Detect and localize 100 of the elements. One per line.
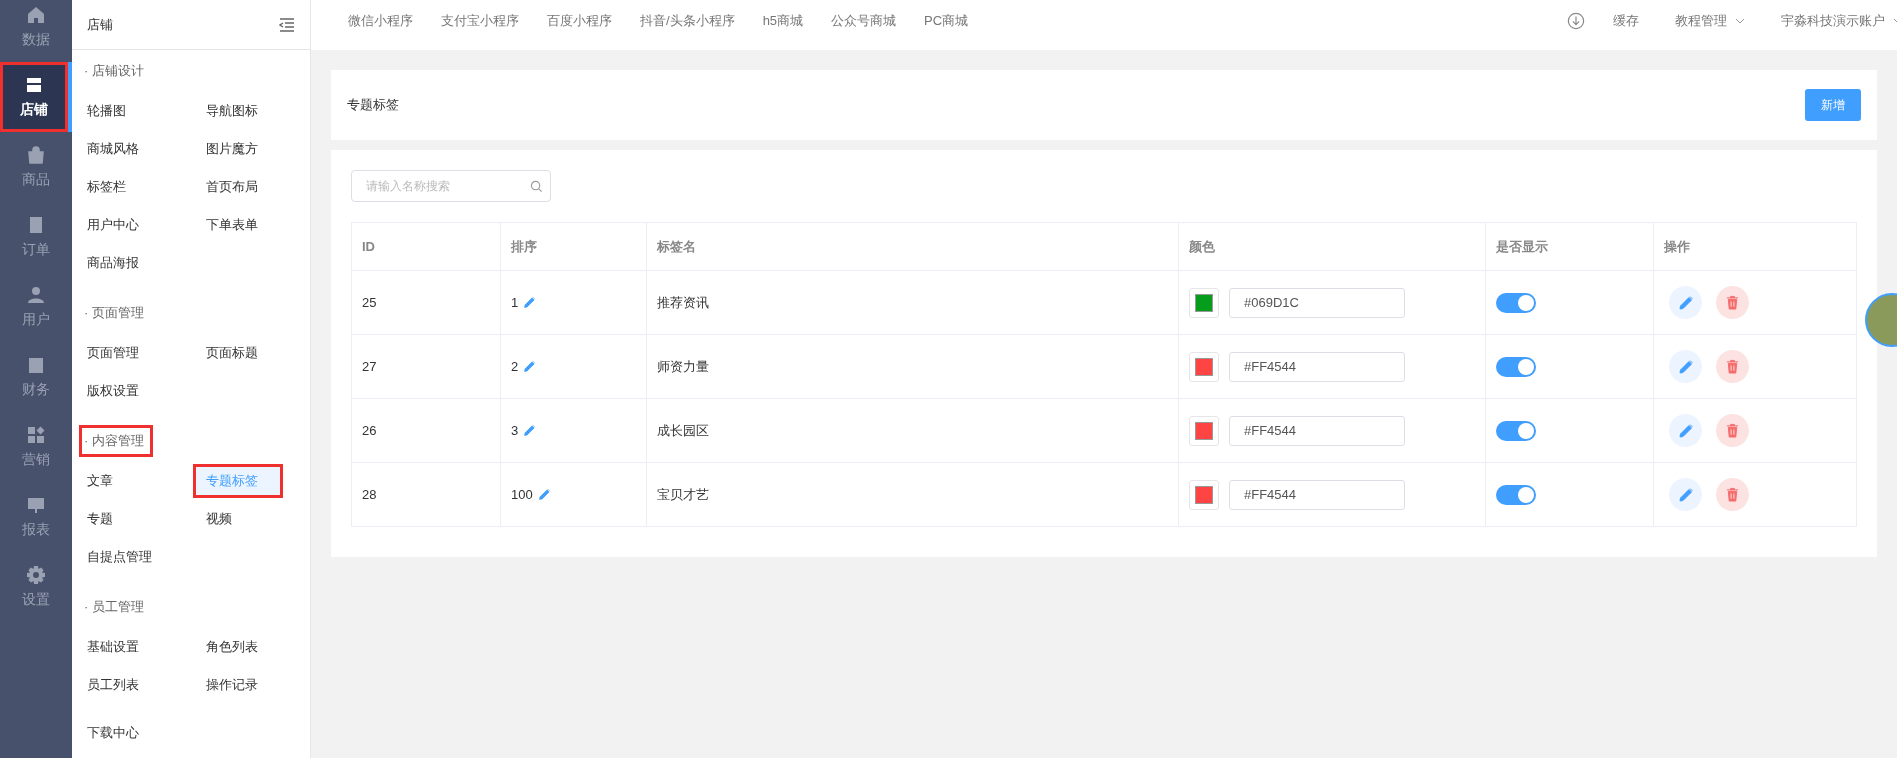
platform-tab[interactable]: 抖音/头条小程序 <box>640 12 735 30</box>
submenu-title: 店铺 <box>87 15 113 34</box>
table-cell: 师资力量 <box>657 357 709 376</box>
grid-icon <box>26 425 46 445</box>
store-icon <box>24 75 44 95</box>
edit-icon[interactable] <box>523 424 537 437</box>
platform-tab[interactable]: PC商城 <box>924 12 969 30</box>
submenu-item[interactable]: 轮播图 <box>84 94 139 128</box>
table-cell: 推荐资讯 <box>657 293 709 312</box>
table-cell: 3 <box>511 423 519 438</box>
submenu-item[interactable]: 专题 <box>84 502 126 536</box>
column-header: 标签名 <box>657 237 696 256</box>
color-picker[interactable] <box>1189 415 1219 446</box>
column-header: 是否显示 <box>1496 237 1548 256</box>
page-title: 专题标签 <box>347 96 399 114</box>
delete-button[interactable] <box>1716 414 1749 447</box>
download-icon[interactable] <box>1567 12 1585 30</box>
edit-button[interactable] <box>1669 350 1702 383</box>
delete-button[interactable] <box>1716 350 1749 383</box>
table-cell: 26 <box>362 423 377 438</box>
group-title: · 店铺设计 <box>83 62 145 80</box>
wallet-icon <box>26 355 46 375</box>
submenu-item[interactable]: 导航图标 <box>203 94 271 128</box>
platform-tab[interactable]: 微信小程序 <box>348 12 413 30</box>
submenu-item[interactable]: 商城风格 <box>84 132 152 166</box>
platform-tab[interactable]: h5商城 <box>762 12 804 30</box>
search-icon <box>530 180 543 193</box>
submenu-item[interactable]: 页面标题 <box>203 336 271 370</box>
pencil-icon <box>1677 358 1694 375</box>
trash-icon <box>1725 295 1740 310</box>
submenu-item[interactable]: 用户中心 <box>84 208 152 242</box>
column-header: ID <box>362 239 375 254</box>
settings-icon <box>26 565 46 585</box>
submenu-item[interactable]: 版权设置 <box>84 374 152 408</box>
table-cell: 25 <box>362 295 377 310</box>
dropdown-menu[interactable]: 宇淼科技演示账户 <box>1781 12 1897 30</box>
color-picker[interactable] <box>1189 351 1219 382</box>
column-header: 操作 <box>1664 237 1690 256</box>
submenu-item[interactable]: 标签栏 <box>84 170 139 204</box>
table-cell: 100 <box>511 487 533 502</box>
cache-link[interactable]: 缓存 <box>1613 12 1639 30</box>
edit-icon[interactable] <box>523 296 537 309</box>
color-input[interactable]: #FF4544 <box>1229 415 1405 446</box>
delete-button[interactable] <box>1716 478 1749 511</box>
color-picker[interactable] <box>1189 479 1219 510</box>
trash-icon <box>1725 487 1740 502</box>
toggle-switch[interactable] <box>1496 292 1536 313</box>
delete-button[interactable] <box>1716 286 1749 319</box>
submenu-item[interactable]: 下单表单 <box>203 208 271 242</box>
group-title: · 员工管理 <box>83 598 145 616</box>
edit-button[interactable] <box>1669 414 1702 447</box>
toggle-switch[interactable] <box>1496 484 1536 505</box>
submenu-item[interactable]: 角色列表 <box>203 630 271 664</box>
shopping-bag-icon <box>26 145 46 165</box>
edit-icon[interactable] <box>537 488 551 501</box>
column-header: 排序 <box>511 237 537 256</box>
pencil-icon <box>1677 422 1694 439</box>
user-icon <box>26 285 46 305</box>
submenu-item[interactable]: 首页布局 <box>203 170 271 204</box>
chart-board-icon <box>26 495 46 515</box>
pencil-icon <box>1677 294 1694 311</box>
table-cell: 27 <box>362 359 377 374</box>
submenu-item[interactable]: 视频 <box>203 502 245 536</box>
submenu-item[interactable]: 商品海报 <box>84 246 152 280</box>
group-title: · 页面管理 <box>83 304 145 322</box>
rail-item[interactable]: 店铺 <box>0 62 72 132</box>
color-picker[interactable] <box>1189 287 1219 318</box>
dropdown-menu[interactable]: 教程管理 <box>1675 12 1745 30</box>
trash-icon <box>1725 423 1740 438</box>
edit-icon[interactable] <box>523 360 537 373</box>
toggle-switch[interactable] <box>1496 420 1536 441</box>
submenu-item[interactable]: 自提点管理 <box>84 540 165 574</box>
menu-fold-icon[interactable] <box>279 17 295 32</box>
toggle-switch[interactable] <box>1496 356 1536 377</box>
submenu-item[interactable]: 页面管理 <box>84 336 152 370</box>
table-cell: 1 <box>511 295 519 310</box>
table-cell: 2 <box>511 359 519 374</box>
submenu-item[interactable]: 图片魔方 <box>203 132 271 166</box>
chevron-down-icon <box>1735 18 1745 24</box>
submenu-item[interactable]: 下载中心 <box>84 716 152 750</box>
submenu-item[interactable]: 员工列表 <box>84 668 152 702</box>
submenu-item[interactable]: 基础设置 <box>84 630 152 664</box>
edit-button[interactable] <box>1669 478 1702 511</box>
submenu-item[interactable]: 操作记录 <box>203 668 271 702</box>
table-cell: 宝贝才艺 <box>657 485 709 504</box>
platform-tab[interactable]: 公众号商城 <box>831 12 897 30</box>
edit-button[interactable] <box>1669 286 1702 319</box>
column-header: 颜色 <box>1189 237 1215 256</box>
color-input[interactable]: #FF4544 <box>1229 479 1405 510</box>
trash-icon <box>1725 359 1740 374</box>
group-title: · 内容管理 <box>79 425 153 457</box>
table-cell: 28 <box>362 487 377 502</box>
table-cell: 成长园区 <box>657 421 709 440</box>
submenu-item[interactable]: 文章 <box>84 464 126 498</box>
platform-tab[interactable]: 百度小程序 <box>547 12 612 30</box>
platform-tab[interactable]: 支付宝小程序 <box>441 12 519 30</box>
color-input[interactable]: #069D1C <box>1229 287 1405 318</box>
home-icon <box>26 5 46 25</box>
color-input[interactable]: #FF4544 <box>1229 351 1405 382</box>
search-field[interactable]: 请输入名称搜索 <box>351 170 551 202</box>
